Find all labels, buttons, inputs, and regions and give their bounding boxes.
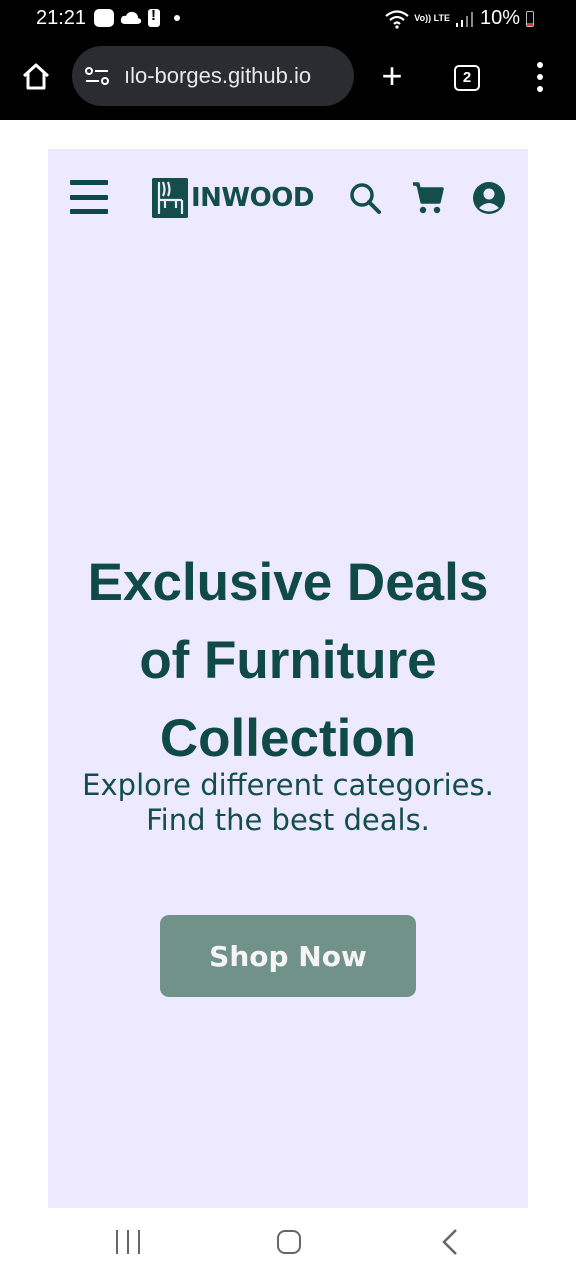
search-icon[interactable]	[348, 181, 382, 215]
hero-title: Exclusive Deals of Furniture Collection	[48, 544, 528, 778]
cloud-icon	[120, 11, 142, 24]
browser-toolbar: ılo-borges.github.io + 2	[0, 36, 576, 120]
shop-now-button[interactable]: Shop Now	[160, 915, 416, 997]
system-nav-bar	[0, 1208, 576, 1280]
recent-line	[116, 1230, 118, 1254]
site-settings-icon[interactable]	[84, 66, 110, 86]
message-icon	[94, 9, 114, 27]
menu-dot	[537, 62, 543, 68]
hero-subtitle: Explore different categories. Find the b…	[48, 768, 528, 838]
hamburger-menu-icon[interactable]	[70, 178, 108, 216]
status-time: 21:21	[36, 7, 87, 29]
hamburger-line	[70, 194, 108, 200]
browser-menu-button[interactable]	[532, 62, 548, 92]
battery-icon	[526, 10, 534, 27]
battery-percent: 10%	[479, 7, 520, 29]
status-notification-icons	[94, 7, 180, 27]
alert-icon	[148, 7, 160, 27]
cart-icon[interactable]	[412, 181, 444, 215]
site-header: INWOOD	[48, 149, 528, 247]
wifi-icon	[385, 9, 409, 29]
hamburger-line	[70, 209, 108, 214]
recent-line	[127, 1230, 129, 1254]
back-icon[interactable]	[440, 1228, 460, 1256]
status-system-icons: Vo)) LTE 10%	[384, 7, 534, 30]
chair-logo-icon	[152, 178, 188, 218]
signal-icon	[455, 11, 473, 27]
hero-subtitle-line: Explore different categories.	[82, 768, 494, 802]
status-bar: 21:21 Vo)) LTE 10%	[0, 0, 576, 36]
web-page: INWOOD Exclusive Deals of Furniture Coll…	[0, 120, 576, 1208]
address-bar[interactable]: ılo-borges.github.io	[72, 46, 354, 106]
recent-apps-icon[interactable]	[116, 1230, 140, 1254]
site-logo[interactable]: INWOOD	[152, 178, 314, 218]
hero-subtitle-line: Find the best deals.	[146, 803, 430, 837]
url-text[interactable]: ılo-borges.github.io	[124, 63, 311, 89]
recent-line	[138, 1230, 140, 1254]
notification-dot-icon	[174, 15, 180, 21]
menu-dot	[537, 86, 543, 92]
hamburger-line	[70, 180, 108, 185]
hero-title-line: Exclusive Deals	[87, 553, 489, 612]
hero-title-line: of Furniture	[139, 631, 437, 690]
hero-title-line: Collection	[159, 709, 417, 768]
account-icon[interactable]	[472, 181, 506, 215]
tab-switcher-button[interactable]: 2	[454, 65, 480, 91]
menu-dot	[537, 74, 543, 80]
brand-name: INWOOD	[191, 183, 314, 213]
home-icon[interactable]	[20, 60, 52, 92]
new-tab-button[interactable]: +	[376, 58, 408, 94]
volte-label: Vo)) LTE	[414, 13, 450, 23]
home-button-icon[interactable]	[277, 1230, 301, 1254]
hero-section: INWOOD Exclusive Deals of Furniture Coll…	[48, 149, 528, 1208]
